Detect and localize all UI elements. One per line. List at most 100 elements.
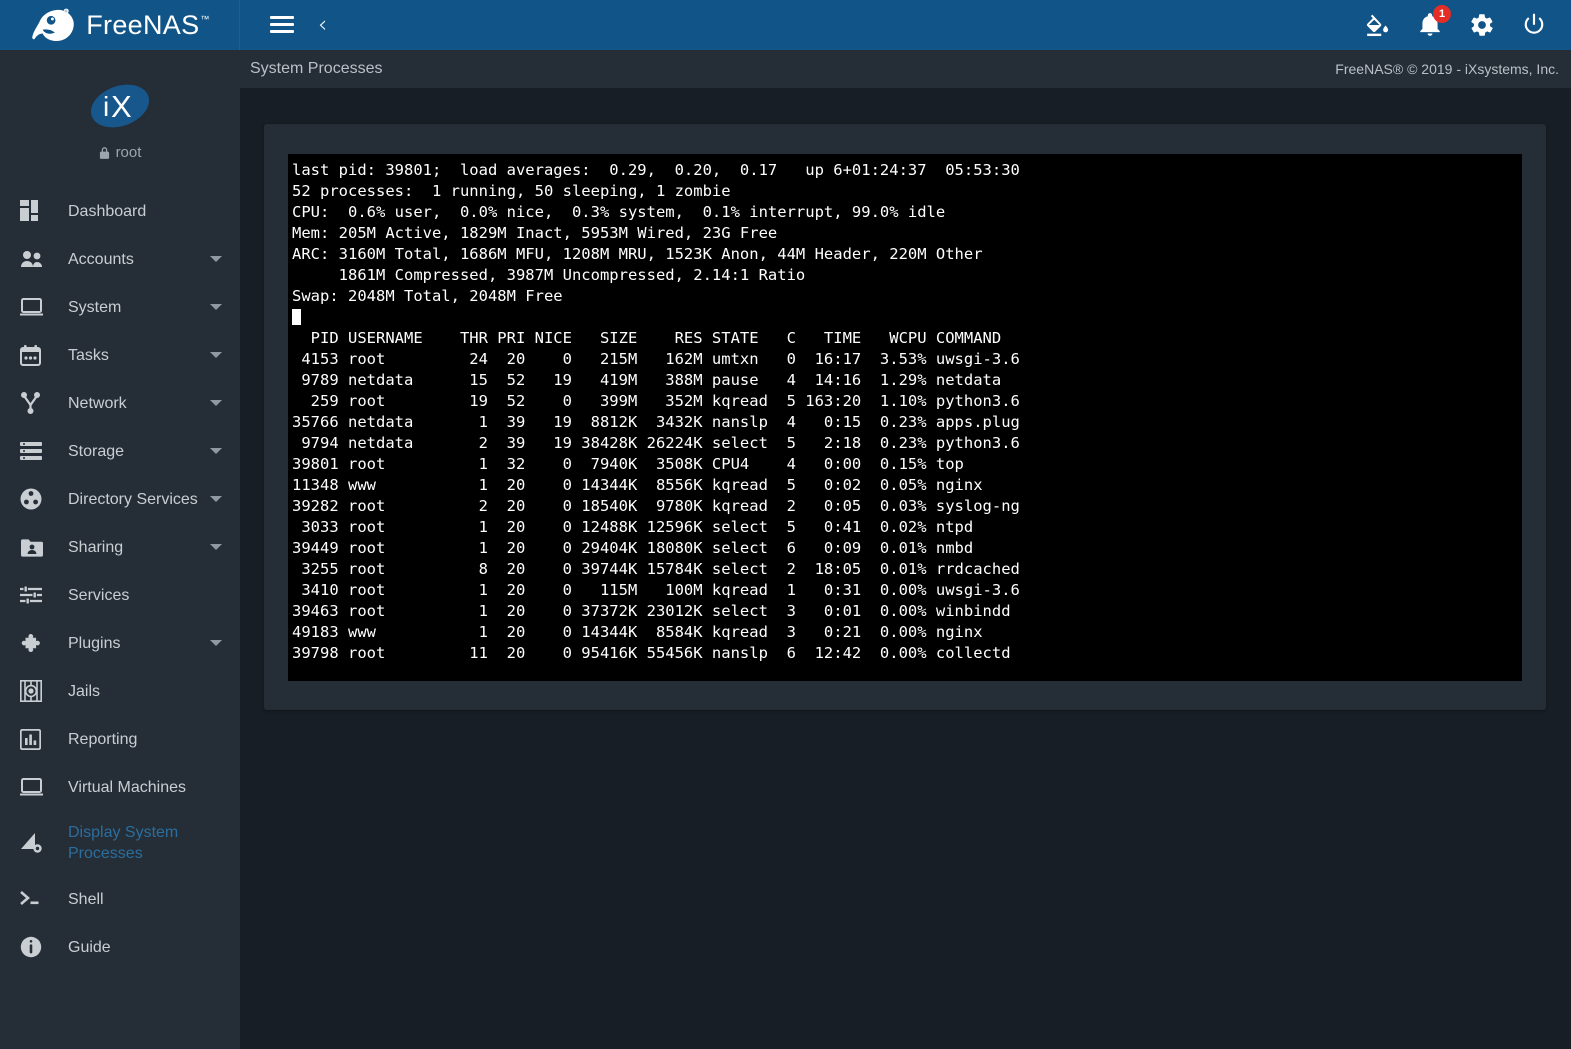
top-output-terminal[interactable]: last pid: 39801; load averages: 0.29, 0.… (288, 154, 1522, 681)
process-table-row: 259 root 19 52 0 399M 352M kqread 5 163:… (292, 392, 1020, 410)
sidebar-item-tasks[interactable]: Tasks (0, 331, 240, 379)
header-actions: 1 (1365, 0, 1571, 50)
process-table-row: 39463 root 1 20 0 37372K 23012K select 3… (292, 602, 1011, 620)
sidebar-item-label: Directory Services (68, 490, 198, 508)
terminal-summary-line: 1861M Compressed, 3987M Uncompressed, 2.… (292, 266, 806, 284)
copyright-notice: FreeNAS® © 2019 - iXsystems, Inc. (1335, 61, 1559, 77)
chevron-left-icon[interactable]: ‹ (318, 13, 327, 37)
sidebar-item-label: Plugins (68, 634, 121, 652)
terminal-summary-line: Mem: 205M Active, 1829M Inact, 5953M Wir… (292, 224, 778, 242)
accounts-people-icon (20, 246, 52, 272)
ix-avatar-logo[interactable]: i X (89, 80, 151, 132)
terminal-summary-line: ARC: 3160M Total, 1686M MFU, 1208M MRU, … (292, 245, 983, 263)
sidebar-item-display-system-processes[interactable]: Display System Processes (0, 811, 240, 875)
page-title: System Processes (250, 60, 383, 77)
brand-name: FreeNAS™ (86, 9, 210, 40)
sidebar-item-network[interactable]: Network (0, 379, 240, 427)
sidebar-navigation: i X root Dashboard Accounts System Tasks… (0, 50, 240, 1049)
settings-gear-icon[interactable] (1469, 12, 1495, 38)
notification-count-badge: 1 (1433, 5, 1451, 23)
chevron-down-icon[interactable] (210, 544, 222, 550)
terminal-cursor-block (292, 309, 301, 325)
terminal-summary-line: CPU: 0.6% user, 0.0% nice, 0.3% system, … (292, 203, 946, 221)
chevron-down-icon[interactable] (210, 640, 222, 646)
trademark-symbol: ™ (200, 13, 210, 24)
notifications-bell-icon[interactable]: 1 (1417, 5, 1451, 38)
process-table-row: 3255 root 8 20 0 39744K 15784K select 2 … (292, 560, 1020, 578)
process-table-header: PID USERNAME THR PRI NICE SIZE RES STATE… (292, 329, 1002, 347)
process-table-row: 9794 netdata 2 39 19 38428K 26224K selec… (292, 434, 1020, 452)
chevron-down-icon[interactable] (210, 400, 222, 406)
sidebar-item-system[interactable]: System (0, 283, 240, 331)
main-content-area: last pid: 39801; load averages: 0.29, 0.… (240, 88, 1571, 1049)
system-processes-card: last pid: 39801; load averages: 0.29, 0.… (264, 124, 1546, 710)
network-icon (20, 390, 52, 416)
sharing-folder-icon (20, 534, 52, 560)
process-table-row: 9789 netdata 15 52 19 419M 388M pause 4 … (292, 371, 1002, 389)
sidebar-item-label: Tasks (68, 346, 109, 364)
terminal-summary-line: Swap: 2048M Total, 2048M Free (292, 287, 563, 305)
lock-icon (99, 147, 109, 159)
sidebar-item-label: Virtual Machines (68, 778, 186, 796)
process-table-row: 4153 root 24 20 0 215M 162M umtxn 0 16:1… (292, 350, 1020, 368)
sidebar-item-services[interactable]: Services (0, 571, 240, 619)
dashboard-icon (20, 198, 52, 224)
svg-text:X: X (111, 89, 132, 124)
sidebar-item-label: Sharing (68, 538, 124, 556)
process-table-row: 11348 www 1 20 0 14344K 8556K kqread 5 0… (292, 476, 983, 494)
jails-icon (20, 678, 52, 704)
sidebar-item-sharing[interactable]: Sharing (0, 523, 240, 571)
sidebar-item-accounts[interactable]: Accounts (0, 235, 240, 283)
sidebar-item-virtual-machines[interactable]: Virtual Machines (0, 763, 240, 811)
plugins-puzzle-icon (20, 630, 52, 656)
chevron-down-icon[interactable] (210, 256, 222, 262)
sidebar-item-label: Display System Processes (68, 824, 179, 862)
system-processes-icon (20, 830, 52, 856)
sidebar-item-label: Services (68, 586, 130, 604)
sidebar-item-label: Shell (68, 890, 104, 908)
terminal-cursor-line (292, 307, 1518, 328)
chevron-down-icon[interactable] (210, 496, 222, 502)
sidebar-item-label: Jails (68, 682, 101, 700)
sidebar-item-jails[interactable]: Jails (0, 667, 240, 715)
sidebar-item-label: Dashboard (68, 202, 147, 220)
sidebar-item-guide[interactable]: Guide (0, 923, 240, 971)
process-table-row: 39449 root 1 20 0 29404K 18080K select 6… (292, 539, 974, 557)
reporting-chart-icon (20, 726, 52, 752)
process-table-row: 39282 root 2 20 0 18540K 9780K kqread 2 … (292, 497, 1020, 515)
sidebar-item-reporting[interactable]: Reporting (0, 715, 240, 763)
sidebar-item-shell[interactable]: Shell (0, 875, 240, 923)
chevron-down-icon[interactable] (210, 304, 222, 310)
virtual-machines-icon (20, 774, 52, 800)
services-sliders-icon (20, 582, 52, 608)
hamburger-menu-icon[interactable] (270, 16, 294, 34)
freenas-mascot-icon: ® (32, 8, 75, 42)
sidebar-item-label: Reporting (68, 730, 138, 748)
process-table-row: 49183 www 1 20 0 14344K 8584K kqread 3 0… (292, 623, 983, 641)
page-subheader: System Processes FreeNAS® © 2019 - iXsys… (240, 50, 1571, 88)
sidebar-item-label: Guide (68, 938, 111, 956)
sidebar-item-directory-services[interactable]: Directory Services (0, 475, 240, 523)
terminal-summary-line: last pid: 39801; load averages: 0.29, 0.… (292, 161, 1020, 179)
chevron-down-icon[interactable] (210, 352, 222, 358)
svg-text:i: i (103, 91, 109, 122)
power-icon[interactable] (1521, 12, 1547, 38)
profile-username-row: root (99, 144, 142, 161)
sidebar-item-label: Accounts (68, 250, 134, 268)
process-table-row: 39798 root 11 20 0 95416K 55456K nanslp … (292, 644, 1011, 662)
brand-logo[interactable]: ® FreeNAS™ (0, 0, 240, 50)
sidebar-item-label: Network (68, 394, 127, 412)
sidebar-item-plugins[interactable]: Plugins (0, 619, 240, 667)
profile-username: root (115, 144, 142, 161)
top-header-bar: ® FreeNAS™ ‹ 1 (0, 0, 1571, 50)
sidebar-item-label: System (68, 298, 122, 316)
chevron-down-icon[interactable] (210, 448, 222, 454)
theme-paint-icon[interactable] (1365, 12, 1391, 38)
sidebar-item-dashboard[interactable]: Dashboard (0, 187, 240, 235)
directory-services-icon (20, 486, 52, 512)
process-table-row: 3410 root 1 20 0 115M 100M kqread 1 0:31… (292, 581, 1020, 599)
sidebar-menu-list: Dashboard Accounts System Tasks Network … (0, 179, 240, 971)
sidebar-item-storage[interactable]: Storage (0, 427, 240, 475)
terminal-summary-line: 52 processes: 1 running, 50 sleeping, 1 … (292, 182, 731, 200)
svg-text:®: ® (65, 10, 68, 14)
